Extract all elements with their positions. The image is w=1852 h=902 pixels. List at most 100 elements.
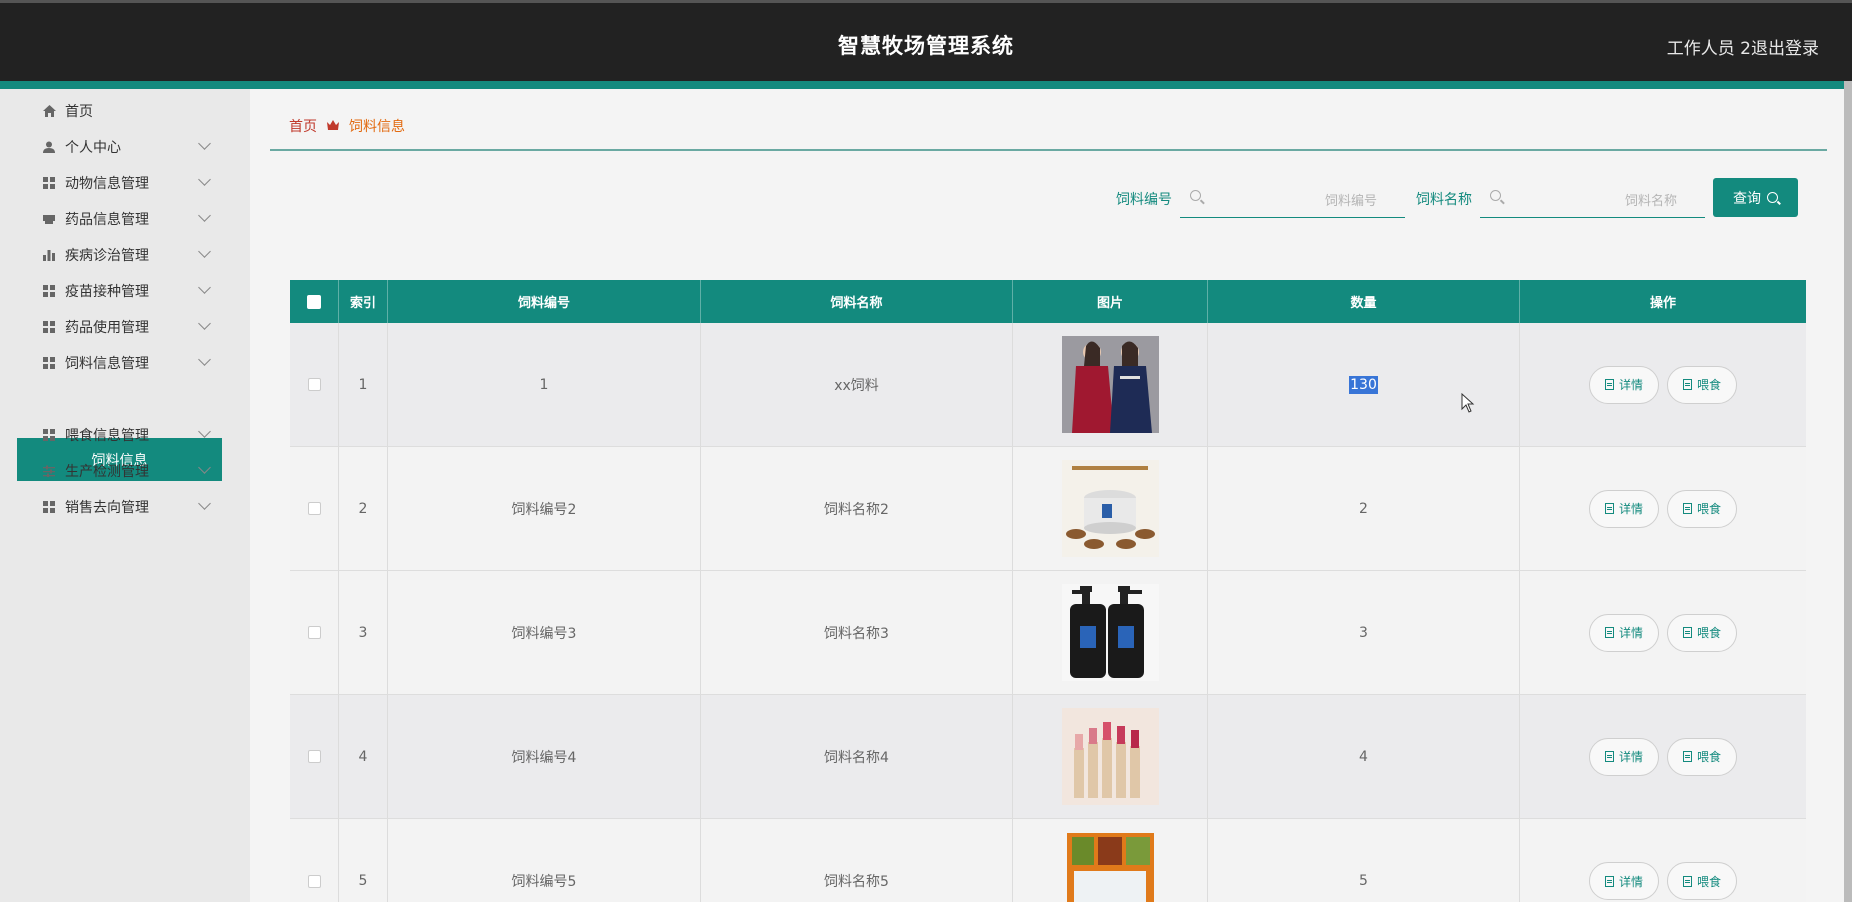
chevron-down-icon [198, 317, 211, 330]
header-image: 图片 [1013, 280, 1208, 323]
document-icon [1604, 875, 1614, 887]
document-icon [1682, 503, 1692, 514]
detail-button-label: 详情 [1618, 874, 1643, 889]
feed-code-label: 饲料编号 [1116, 192, 1172, 208]
detail-button[interactable]: 详情 [1589, 613, 1659, 652]
row-actions: 详情 喂食 [1520, 819, 1806, 902]
chevron-down-icon [198, 461, 211, 474]
feed-code-input[interactable]: 饲料编号 [1180, 176, 1405, 218]
row-name: 饲料名称3 [701, 571, 1013, 694]
row-name: 饲料名称5 [701, 819, 1013, 902]
chevron-down-icon [198, 209, 211, 222]
current-user[interactable]: 工作人员 2 [1667, 34, 1751, 59]
sidebar-item-label: 药品信息管理 [65, 211, 149, 228]
row-checkbox[interactable] [307, 626, 321, 639]
detail-button[interactable]: 详情 [1589, 365, 1659, 404]
row-code: 饲料编号5 [388, 819, 701, 902]
header-code: 饲料编号 [388, 280, 701, 323]
search-icon [1767, 192, 1778, 203]
chevron-down-icon [198, 425, 211, 438]
document-icon [1604, 627, 1614, 638]
detail-button[interactable]: 详情 [1589, 862, 1659, 900]
table-header: 索引 饲料编号 饲料名称 图片 数量 操作 [290, 280, 1806, 323]
chevron-down-icon [198, 245, 211, 258]
home-icon [42, 104, 56, 118]
document-icon [1604, 751, 1614, 762]
feed-button-label: 喂食 [1696, 750, 1721, 764]
detail-button[interactable]: 详情 [1589, 489, 1659, 528]
sidebar-item-label: 药品使用管理 [65, 319, 149, 336]
main-content: 首页 饲料信息 饲料编号 饲料编号 饲料名称 饲料名称 查询 索引 饲料编号 饲… [250, 89, 1852, 902]
document-icon [1682, 627, 1692, 638]
table-row: 2 饲料编号2 饲料名称2 2 详情 喂食 [290, 447, 1806, 571]
product-photo-food-box [1061, 832, 1159, 902]
feed-button[interactable]: 喂食 [1667, 613, 1737, 652]
crown-icon [327, 119, 339, 133]
grid-icon [42, 176, 56, 190]
row-checkbox[interactable] [307, 874, 321, 888]
row-checkbox-cell [290, 819, 339, 902]
top-header: 智慧牧场管理系统 工作人员 2 退出登录 [0, 0, 1852, 81]
row-index: 2 [339, 447, 388, 570]
scrollbar[interactable] [1844, 81, 1852, 902]
sidebar-item-label: 个人中心 [65, 139, 121, 156]
sidebar-item-label: 疾病诊治管理 [65, 247, 149, 264]
row-actions: 详情 喂食 [1520, 323, 1806, 446]
logout-link[interactable]: 退出登录 [1751, 34, 1819, 59]
document-icon [1682, 875, 1692, 887]
document-icon [1604, 379, 1614, 390]
breadcrumb-current: 饲料信息 [349, 119, 405, 135]
query-button[interactable]: 查询 [1713, 178, 1798, 217]
sidebar-item-label: 首页 [65, 103, 93, 120]
row-image-cell [1013, 447, 1208, 570]
feed-button[interactable]: 喂食 [1667, 737, 1737, 776]
row-checkbox-cell [290, 695, 339, 818]
search-icon [1190, 190, 1201, 201]
feed-name-input[interactable]: 饲料名称 [1480, 176, 1705, 218]
row-checkbox-cell [290, 447, 339, 570]
header-name: 饲料名称 [701, 280, 1013, 323]
grid-icon [42, 284, 56, 298]
chevron-down-icon [198, 281, 211, 294]
breadcrumb-home[interactable]: 首页 [289, 116, 317, 136]
feed-button[interactable]: 喂食 [1667, 365, 1737, 404]
row-index: 3 [339, 571, 388, 694]
table-row: 1 1 xx饲料 130 详情 喂食 [290, 323, 1806, 447]
row-image-cell [1013, 819, 1208, 902]
header-quantity: 数量 [1208, 280, 1520, 323]
document-icon [1682, 751, 1692, 762]
feed-name-placeholder: 饲料名称 [1624, 194, 1677, 209]
detail-button-label: 详情 [1618, 378, 1643, 392]
select-all-checkbox[interactable] [307, 294, 321, 309]
sidebar-item-label: 动物信息管理 [65, 175, 149, 192]
row-checkbox[interactable] [307, 750, 321, 763]
row-checkbox[interactable] [307, 502, 321, 515]
grid-icon [42, 320, 56, 334]
row-quantity: 5 [1208, 819, 1520, 902]
search-icon [1490, 190, 1501, 201]
feed-name-label: 饲料名称 [1416, 192, 1472, 208]
sidebar-item-sales-destination[interactable]: 销售去向管理 [0, 485, 250, 528]
product-photo-lipsticks [1061, 708, 1159, 805]
sidebar-item-feed-info[interactable]: 饲料信息管理 [0, 341, 250, 384]
row-name: 饲料名称2 [701, 447, 1013, 570]
detail-button[interactable]: 详情 [1589, 737, 1659, 776]
row-actions: 详情 喂食 [1520, 447, 1806, 570]
select-all-header[interactable] [290, 280, 339, 323]
feed-button[interactable]: 喂食 [1667, 489, 1737, 528]
feed-button-label: 喂食 [1696, 502, 1721, 516]
row-index: 1 [339, 323, 388, 446]
printer-icon [42, 212, 56, 226]
row-checkbox[interactable] [307, 378, 321, 391]
header-actions: 操作 [1649, 296, 1676, 311]
row-quantity: 130 [1349, 375, 1378, 394]
breadcrumb: 首页 饲料信息 [289, 116, 405, 136]
table-row: 5 饲料编号5 饲料名称5 5 详情 喂食 [290, 819, 1806, 902]
sidebar-item-label: 疫苗接种管理 [65, 283, 149, 300]
header-accent-bar [0, 81, 1852, 89]
row-name: xx饲料 [701, 323, 1013, 446]
row-image-cell [1013, 571, 1208, 694]
row-actions: 详情 喂食 [1520, 695, 1806, 818]
row-checkbox-cell [290, 323, 339, 446]
feed-button[interactable]: 喂食 [1667, 862, 1737, 900]
